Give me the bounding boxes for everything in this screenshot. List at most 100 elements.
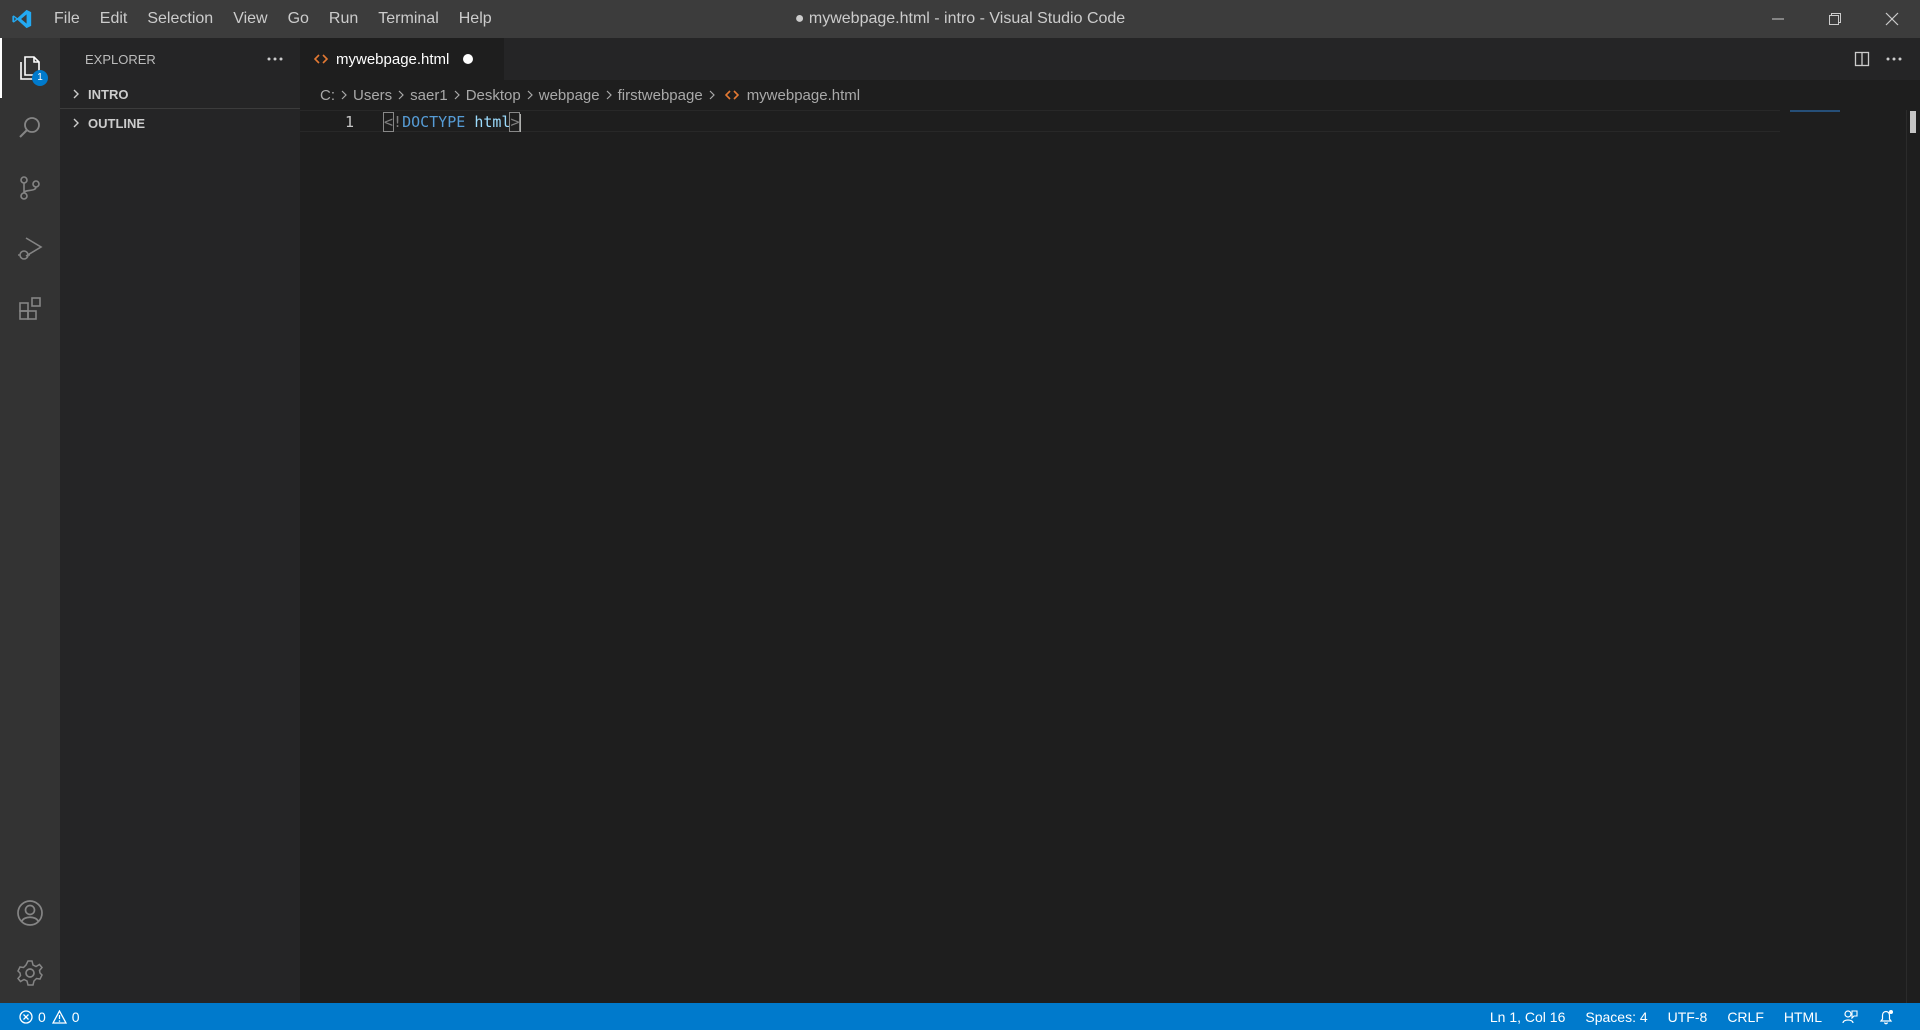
more-actions-icon [1886,57,1902,61]
chevron-right-icon [605,90,613,100]
open-bracket: < [382,112,395,132]
window-controls [1749,0,1920,38]
unsaved-dot-icon[interactable] [463,54,474,64]
minimize-icon [1771,18,1784,20]
search-icon [19,117,40,138]
bang-token: ! [393,113,403,131]
run-debug-icon [18,237,43,260]
activity-accounts[interactable] [0,883,60,943]
encoding[interactable]: UTF-8 [1658,1003,1718,1030]
vscode-logo-icon [0,0,44,38]
chevron-right-icon [68,115,84,131]
problems-indicator[interactable]: 0 0 [0,1009,80,1025]
crumb-drive[interactable]: C: [320,87,335,104]
sidebar-explorer: EXPLORER INTRO OUTLINE [60,38,300,1003]
notifications-button[interactable] [1868,1003,1904,1030]
editor-tabs: mywebpage.html [300,38,1920,80]
title-bar: File Edit Selection View Go Run Terminal… [0,0,1920,38]
source-control-icon [20,176,40,200]
breadcrumb: C: Users saer1 Desktop webpage firstwebp… [300,80,1920,110]
menu-edit[interactable]: Edit [90,0,138,38]
crumb-desktop[interactable]: Desktop [466,87,521,104]
tab-label: mywebpage.html [336,50,450,68]
vertical-scrollbar[interactable] [1906,110,1920,1003]
more-actions-icon[interactable] [266,56,284,62]
section-intro-label: INTRO [88,86,129,102]
html-file-icon [314,54,328,64]
activity-search[interactable] [0,98,60,158]
restore-button[interactable] [1806,0,1863,38]
sidebar-title: EXPLORER [85,51,156,67]
feedback-button[interactable] [1832,1003,1868,1030]
code-line-text[interactable]: <!DOCTYPE html> [382,111,522,133]
activity-extensions[interactable] [0,278,60,338]
line-ending[interactable]: CRLF [1717,1003,1774,1030]
feedback-icon [1842,1009,1858,1023]
gear-icon [17,960,43,986]
menu-file[interactable]: File [44,0,90,38]
close-bracket: > [509,112,521,132]
explorer-badge: 1 [32,70,48,86]
activity-explorer[interactable]: 1 [0,38,60,98]
sidebar-header: EXPLORER [60,38,300,80]
chevron-right-icon [340,90,348,100]
chevron-right-icon [526,90,534,100]
chevron-right-icon [453,90,461,100]
indentation[interactable]: Spaces: 4 [1575,1003,1657,1030]
code-editor[interactable]: 1 <!DOCTYPE html> [300,110,1920,1003]
extensions-icon [19,297,41,320]
menu-go[interactable]: Go [278,0,319,38]
section-outline[interactable]: OUTLINE [60,109,300,137]
menu-selection[interactable]: Selection [137,0,223,38]
split-editor-icon [1854,51,1870,67]
text-cursor [519,113,522,132]
cursor-position[interactable]: Ln 1, Col 16 [1480,1003,1576,1030]
minimap[interactable] [1790,110,1840,112]
menu-bar: File Edit Selection View Go Run Terminal… [44,0,502,38]
crumb-file[interactable]: mywebpage.html [721,87,860,104]
chevron-right-icon [68,86,84,102]
close-button[interactable] [1863,0,1920,38]
editor-actions [1846,38,1910,80]
menu-help[interactable]: Help [449,0,502,38]
account-icon [17,900,43,926]
line-number: 1 [344,113,354,131]
activity-run-debug[interactable] [0,218,60,278]
crumb-firstwebpage[interactable]: firstwebpage [618,87,703,104]
error-icon [18,1009,34,1025]
bell-icon [1879,1009,1893,1024]
section-intro[interactable]: INTRO [60,80,300,109]
html-token: html [474,113,511,131]
status-right: Ln 1, Col 16 Spaces: 4 UTF-8 CRLF HTML [1480,1003,1904,1030]
section-outline-label: OUTLINE [88,115,146,131]
scrollbar-thumb[interactable] [1910,111,1916,133]
split-editor-button[interactable] [1846,43,1878,75]
language-mode[interactable]: HTML [1774,1003,1832,1030]
restore-icon [1828,13,1841,25]
menu-run[interactable]: Run [319,0,368,38]
doctype-keyword: DOCTYPE [402,113,466,131]
editor-more-button[interactable] [1878,43,1910,75]
tab-mywebpage[interactable]: mywebpage.html [300,38,504,80]
crumb-users[interactable]: Users [353,87,392,104]
menu-view[interactable]: View [223,0,277,38]
crumb-webpage[interactable]: webpage [539,87,600,104]
status-bar: 0 0 Ln 1, Col 16 Spaces: 4 UTF-8 CRLF HT… [0,1003,1920,1030]
activity-bar: 1 [0,38,60,1003]
crumb-file-label: mywebpage.html [746,86,861,104]
menu-terminal[interactable]: Terminal [368,0,448,38]
active-indicator [0,38,2,98]
crumb-user[interactable]: saer1 [410,87,448,104]
activity-source-control[interactable] [0,158,60,218]
html-file-icon [724,90,739,100]
warning-icon [52,1009,68,1025]
minimize-button[interactable] [1749,0,1806,38]
activity-manage[interactable] [0,943,60,1003]
current-line[interactable]: 1 <!DOCTYPE html> [300,110,1780,132]
error-count: 0 [38,1008,46,1025]
warning-count: 0 [71,1008,80,1025]
close-icon [1885,12,1898,26]
chevron-right-icon [397,90,405,100]
chevron-right-icon [708,90,716,100]
